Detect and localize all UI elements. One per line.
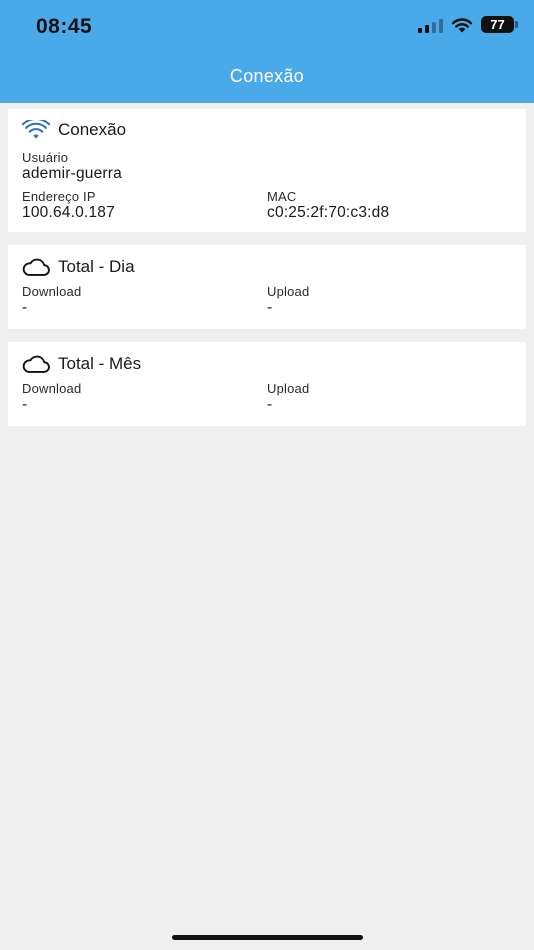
mac-value: c0:25:2f:70:c3:d8 bbox=[267, 204, 390, 221]
day-upload-block: Upload - bbox=[267, 284, 512, 317]
mac-label: MAC bbox=[267, 189, 297, 204]
day-download-value: - bbox=[22, 299, 28, 316]
battery-icon: 77 bbox=[481, 16, 518, 33]
app-header: 08:45 77 Conexão bbox=[0, 0, 534, 103]
mac-block: MAC c0:25:2f:70:c3:d8 bbox=[267, 189, 512, 222]
connection-card-header: Conexão bbox=[22, 119, 512, 141]
cloud-icon bbox=[22, 353, 50, 375]
month-card-title: Total - Mês bbox=[58, 354, 142, 373]
ip-label: Endereço IP bbox=[22, 189, 96, 204]
month-upload-label: Upload bbox=[267, 381, 310, 396]
day-download-block: Download - bbox=[22, 284, 267, 317]
ip-value: 100.64.0.187 bbox=[22, 204, 115, 221]
status-time: 08:45 bbox=[36, 15, 93, 38]
cellular-signal-icon bbox=[418, 17, 443, 33]
month-download-value: - bbox=[22, 396, 28, 413]
wifi-icon bbox=[22, 119, 50, 141]
day-upload-label: Upload bbox=[267, 284, 310, 299]
day-total-card: Total - Dia Download - Upload - bbox=[8, 245, 526, 329]
battery-level: 77 bbox=[490, 17, 505, 32]
month-upload-value: - bbox=[267, 396, 273, 413]
network-row: Endereço IP 100.64.0.187 MAC c0:25:2f:70… bbox=[22, 189, 512, 222]
page-title: Conexão bbox=[229, 66, 305, 86]
day-card-header: Total - Dia bbox=[22, 256, 512, 278]
month-download-label: Download bbox=[22, 381, 82, 396]
user-label: Usuário bbox=[22, 150, 69, 165]
cloud-icon bbox=[22, 256, 50, 278]
user-value: ademir-guerra bbox=[22, 165, 122, 182]
month-upload-block: Upload - bbox=[267, 381, 512, 414]
user-block: Usuário ademir-guerra bbox=[22, 150, 512, 183]
connection-card-title: Conexão bbox=[58, 120, 127, 139]
day-card-title: Total - Dia bbox=[58, 257, 135, 276]
day-download-label: Download bbox=[22, 284, 82, 299]
status-icons: 77 bbox=[418, 16, 518, 33]
day-upload-value: - bbox=[267, 299, 273, 316]
day-traffic-row: Download - Upload - bbox=[22, 284, 512, 317]
month-download-block: Download - bbox=[22, 381, 267, 414]
connection-card: Conexão Usuário ademir-guerra Endereço I… bbox=[8, 109, 526, 232]
wifi-status-icon bbox=[451, 17, 473, 32]
month-total-card: Total - Mês Download - Upload - bbox=[8, 342, 526, 426]
month-traffic-row: Download - Upload - bbox=[22, 381, 512, 414]
ip-block: Endereço IP 100.64.0.187 bbox=[22, 189, 267, 222]
home-indicator[interactable] bbox=[172, 935, 363, 940]
month-card-header: Total - Mês bbox=[22, 353, 512, 375]
